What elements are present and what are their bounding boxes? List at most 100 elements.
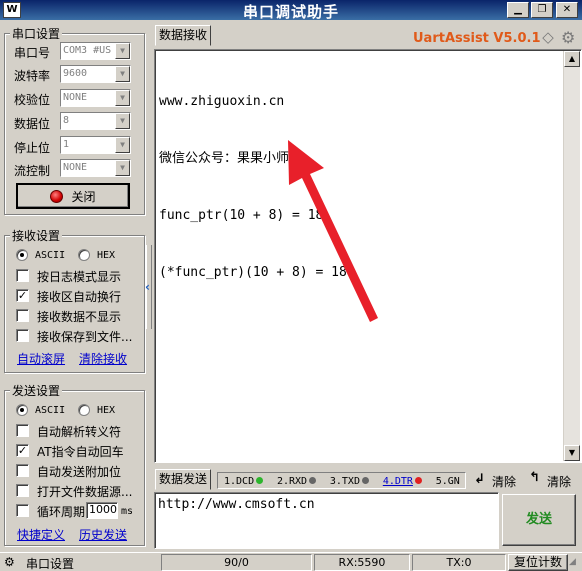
rxd-led-icon (309, 477, 317, 484)
signal-indicator-bar: 1.DCD 2.RXD 3.TXD 4.DTR 5.GN (217, 472, 466, 489)
send-history-link[interactable]: 历史发送 (79, 526, 127, 543)
chevron-down-icon: ▼ (115, 66, 130, 82)
send-append-bit-label: 自动发送附加位 (37, 465, 122, 479)
rxd-label: 2.RXD (276, 476, 308, 487)
recv-save-file-checkbox[interactable] (16, 329, 29, 342)
recv-auto-wrap-label: 接收区自动换行 (37, 290, 122, 304)
auto-scroll-link[interactable]: 自动滚屏 (17, 350, 65, 367)
title-bar[interactable]: W 串口调试助手 ▁ ❐ ✕ (0, 0, 582, 21)
settings-icon[interactable]: ⚙ (561, 28, 581, 47)
receive-line: www.zhiguoxin.cn (159, 94, 285, 109)
parity-label: 校验位 (14, 93, 51, 107)
recv-log-mode-label: 按日志模式显示 (37, 270, 122, 284)
send-settings-title: 发送设置 (10, 382, 63, 399)
collapse-left-icon[interactable]: ‹ (145, 280, 150, 294)
restore-icon[interactable]: ❐ (531, 2, 553, 18)
status-bar: ⚙ 串口设置 90/0 RX:5590 TX:0 复位计数 ◢ (0, 552, 582, 571)
port-status-red-icon (50, 190, 64, 203)
clear-all-icon[interactable]: ↰ (529, 470, 540, 485)
dcd-label: 1.DCD (224, 476, 255, 487)
send-hex-radio[interactable] (78, 404, 90, 416)
recv-ascii-radio[interactable] (16, 249, 28, 261)
status-tx-count: TX:0 (412, 554, 506, 571)
open-close-port-label: 关闭 (71, 190, 96, 204)
receive-scrollbar[interactable]: ▲ ▼ (563, 51, 580, 461)
recv-log-mode-checkbox[interactable] (16, 269, 29, 282)
status-label: 串口设置 (26, 557, 75, 571)
send-button[interactable]: 发送 (502, 494, 576, 546)
stopbits-label: 停止位 (14, 141, 51, 155)
chevron-down-icon: ▼ (115, 113, 130, 129)
send-at-enter-checkbox[interactable]: ✓ (16, 444, 29, 457)
red-arrow-icon (288, 140, 378, 322)
chevron-down-icon: ▼ (115, 160, 130, 176)
close-window-icon[interactable]: ✕ (556, 2, 578, 18)
send-file-source-checkbox[interactable] (16, 484, 29, 497)
send-append-bit-checkbox[interactable] (16, 464, 29, 477)
send-hex-label: HEX (97, 405, 116, 416)
send-input-text: http://www.cmsoft.cn (158, 497, 315, 512)
quick-define-link[interactable]: 快捷定义 (17, 526, 65, 543)
gnd-label: 5.GN (435, 476, 460, 487)
databits-select[interactable]: 8 ▼ (60, 112, 131, 130)
recv-hide-data-label: 接收数据不显示 (37, 310, 122, 324)
parity-value: NONE (63, 92, 88, 103)
receive-settings-title: 接收设置 (10, 227, 63, 244)
recv-hex-radio[interactable] (78, 249, 90, 261)
recv-save-file-label: 接收保存到文件... (37, 330, 133, 344)
status-gear-icon: ⚙ (4, 555, 15, 569)
status-byte-count: 90/0 (161, 554, 312, 571)
recv-ascii-label: ASCII (35, 250, 66, 261)
recv-hide-data-checkbox[interactable] (16, 309, 29, 322)
dtr-label[interactable]: 4.DTR (383, 476, 413, 487)
send-ascii-radio[interactable] (16, 404, 28, 416)
send-input[interactable]: http://www.cmsoft.cn (154, 492, 499, 549)
flow-value: NONE (63, 162, 88, 173)
chevron-down-icon: ▼ (115, 43, 130, 59)
send-ascii-label: ASCII (35, 405, 66, 416)
window-title: 串口调试助手 (242, 3, 339, 21)
scroll-down-icon[interactable]: ▼ (564, 445, 580, 461)
tab-data-send[interactable]: 数据发送 (155, 469, 211, 490)
brand-label: UartAssist V5.0.1 (413, 31, 541, 46)
chevron-down-icon: ▼ (115, 137, 130, 153)
parity-select[interactable]: NONE ▼ (60, 89, 131, 107)
tab-data-receive[interactable]: 数据接收 (155, 25, 211, 46)
resize-grip-icon[interactable]: ◢ (569, 557, 576, 567)
minimize-icon[interactable]: ▁ (507, 2, 529, 18)
send-escape-checkbox[interactable] (16, 424, 29, 437)
recv-hex-label: HEX (97, 250, 116, 261)
clear-send-button[interactable]: 清除 (492, 473, 516, 490)
flow-select[interactable]: NONE ▼ (60, 159, 131, 177)
stopbits-select[interactable]: 1 ▼ (60, 136, 131, 154)
serial-settings-title: 串口设置 (10, 25, 63, 42)
diamond-icon[interactable]: ◇ (539, 28, 557, 46)
dtr-led-icon (414, 477, 422, 484)
flow-label: 流控制 (14, 164, 51, 178)
annotation-arrow (288, 140, 378, 322)
status-rx-count: RX:5590 (314, 554, 410, 571)
clear-receive-link[interactable]: 清除接收 (79, 350, 127, 367)
cycle-period-unit: ms (121, 506, 134, 517)
scroll-up-icon[interactable]: ▲ (564, 51, 580, 67)
baud-value: 9600 (63, 68, 88, 79)
chevron-down-icon: ▼ (115, 90, 130, 106)
databits-label: 数据位 (14, 117, 51, 131)
port-value: COM3 #US (63, 45, 112, 56)
stopbits-value: 1 (63, 139, 70, 150)
baud-select[interactable]: 9600 ▼ (60, 65, 131, 83)
open-close-port-button[interactable]: 关闭 (16, 183, 130, 209)
txd-led-icon (361, 477, 369, 484)
dcd-led-icon (256, 477, 264, 484)
recv-auto-wrap-checkbox[interactable]: ✓ (16, 289, 29, 302)
cycle-period-input[interactable]: 1000 (86, 502, 118, 519)
clear-all-button[interactable]: 清除 (547, 473, 571, 490)
send-at-enter-label: AT指令自动回车 (37, 445, 124, 459)
clear-send-icon[interactable]: ↲ (474, 472, 485, 487)
baud-label: 波特率 (14, 69, 51, 83)
send-file-source-label: 打开文件数据源... (37, 485, 133, 499)
reset-count-button[interactable]: 复位计数 (508, 554, 568, 571)
send-cycle-checkbox[interactable] (16, 504, 29, 517)
port-select[interactable]: COM3 #US ▼ (60, 42, 131, 60)
txd-label: 3.TXD (329, 476, 360, 487)
